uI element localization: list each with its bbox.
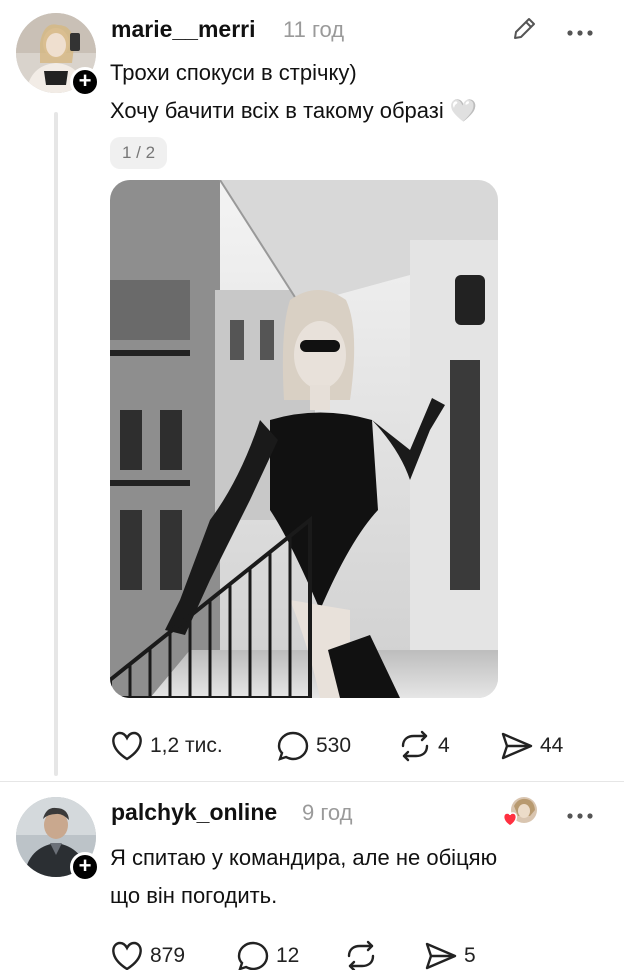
heart-icon bbox=[112, 941, 142, 970]
reply-time: 9 год bbox=[302, 800, 353, 825]
reply-comment-button[interactable]: 12 bbox=[236, 940, 299, 970]
reply-share-button[interactable]: 5 bbox=[424, 940, 476, 970]
repost-icon bbox=[347, 940, 375, 970]
share-icon bbox=[501, 732, 533, 760]
thread-line bbox=[54, 112, 58, 776]
media-counter: 1 / 2 bbox=[110, 137, 168, 169]
edit-icon[interactable] bbox=[510, 15, 538, 48]
reply-more-icon[interactable] bbox=[566, 807, 594, 825]
follow-plus-button[interactable]: + bbox=[70, 67, 100, 97]
post-share-button[interactable]: 44 bbox=[500, 730, 563, 762]
divider bbox=[0, 781, 624, 782]
liked-by-author-icon bbox=[500, 796, 540, 835]
comment-icon bbox=[277, 731, 309, 761]
reply-comment-count: 12 bbox=[276, 944, 300, 967]
post-share-count: 44 bbox=[540, 734, 564, 757]
post-like-count: 1,2 тис. bbox=[150, 734, 223, 757]
share-icon bbox=[425, 942, 457, 970]
repost-icon bbox=[401, 730, 429, 762]
reply-like-count: 879 bbox=[150, 944, 186, 967]
post-comment-button[interactable]: 530 bbox=[276, 730, 351, 762]
post-like-button[interactable]: 1,2 тис. bbox=[110, 730, 223, 762]
reply-repost-button[interactable] bbox=[344, 940, 384, 970]
reply-text-line-2: що він погодить. bbox=[110, 883, 278, 908]
post-text-line-1: Трохи спокуси в стрічку) bbox=[110, 60, 357, 85]
reply-like-button[interactable]: 879 bbox=[110, 940, 185, 970]
post-time: 11 год bbox=[283, 17, 345, 42]
reply-share-count: 5 bbox=[464, 944, 476, 967]
post-photo[interactable] bbox=[110, 180, 498, 698]
reply-username[interactable]: palchyk_online bbox=[111, 799, 277, 826]
post-username[interactable]: marie__merri bbox=[111, 16, 256, 43]
post-text-line-2: Хочу бачити всіх в такому образі 🤍 bbox=[110, 98, 478, 123]
comment-icon bbox=[237, 941, 269, 970]
follow-plus-button-reply[interactable]: + bbox=[70, 852, 100, 882]
post-repost-count: 4 bbox=[438, 734, 450, 757]
post-repost-button[interactable]: 4 bbox=[398, 730, 450, 762]
more-icon[interactable] bbox=[566, 24, 594, 42]
heart-icon bbox=[112, 731, 142, 761]
reply-text-line-1: Я спитаю у командира, але не обіцяю bbox=[110, 845, 498, 870]
post-comment-count: 530 bbox=[316, 734, 352, 757]
